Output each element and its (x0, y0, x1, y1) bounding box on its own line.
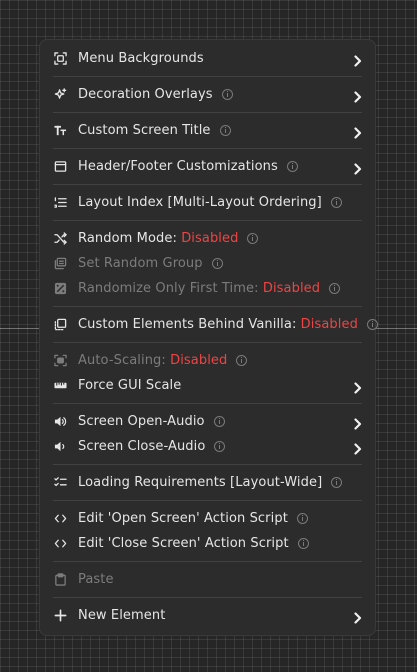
info-icon[interactable] (330, 197, 342, 208)
menu-item-auto-scaling: Auto-Scaling: Disabled (40, 348, 375, 373)
menu-item-label: Screen Open-Audio (78, 414, 205, 429)
menu-item-label: Header/Footer Customizations (78, 159, 278, 174)
menu-item-paste: Paste (40, 567, 375, 592)
menu-item-label: Screen Close-Audio (78, 439, 206, 454)
info-icon[interactable] (221, 89, 233, 100)
context-menu: Menu Backgrounds Decoration Overlays Custo… (39, 39, 378, 636)
info-icon[interactable] (286, 161, 298, 172)
text-icon (53, 124, 67, 138)
menu-separator (53, 112, 362, 113)
menu-item-random-mode[interactable]: Random Mode: Disabled (40, 226, 375, 251)
menu-item-label: Edit 'Close Screen' Action Script (78, 536, 289, 551)
info-icon[interactable] (331, 477, 343, 488)
info-icon[interactable] (296, 513, 308, 524)
menu-separator (53, 76, 362, 77)
menu-item-custom-elements-behind-vanilla[interactable]: Custom Elements Behind Vanilla: Disabled (40, 312, 378, 337)
speaker-icon (53, 415, 67, 429)
menu-item-layout-index[interactable]: Layout Index [Multi-Layout Ordering] (40, 190, 375, 215)
code-icon (53, 512, 67, 526)
menu-separator (53, 597, 362, 598)
menu-item-screen-open-audio[interactable]: Screen Open-Audio (40, 409, 375, 434)
menu-separator (53, 184, 362, 185)
menu-item-label: Auto-Scaling: (78, 353, 171, 368)
clipboard-icon (53, 573, 67, 587)
info-icon[interactable] (329, 283, 341, 294)
status-value: Disabled (262, 281, 321, 296)
menu-item-randomize-only-first-time: Randomize Only First Time: Disabled (40, 276, 375, 301)
status-value: Disabled (181, 231, 239, 246)
sparkle-icon (53, 88, 67, 102)
menu-separator (53, 148, 362, 149)
menu-separator (53, 342, 362, 343)
menu-item-label: Layout Index [Multi-Layout Ordering] (78, 195, 322, 210)
menu-item-new-element[interactable]: New Element (40, 603, 375, 628)
menu-backgrounds-icon (53, 52, 67, 66)
chevron-right-icon (354, 609, 362, 628)
ordered-list-icon (53, 196, 67, 210)
menu-separator (53, 306, 362, 307)
menu-item-label: Force GUI Scale (78, 378, 182, 393)
info-icon[interactable] (214, 441, 226, 452)
info-icon[interactable] (213, 416, 225, 427)
chevron-right-icon (354, 52, 362, 71)
info-icon[interactable] (247, 233, 259, 244)
plus-icon (53, 609, 67, 623)
menu-item-label: Randomize Only First Time: (78, 281, 263, 296)
menu-item-label: Decoration Overlays (78, 87, 213, 102)
info-icon[interactable] (366, 319, 378, 330)
chevron-right-icon (354, 124, 362, 143)
menu-item-label: Loading Requirements [Layout-Wide] (78, 475, 323, 490)
status-value: Disabled (170, 353, 228, 368)
menu-item-edit-open-screen-script[interactable]: Edit 'Open Screen' Action Script (40, 506, 375, 531)
menu-item-header-footer-customizations[interactable]: Header/Footer Customizations (40, 154, 375, 179)
menu-separator (53, 500, 362, 501)
shuffle-icon (53, 232, 67, 246)
chevron-right-icon (354, 160, 362, 179)
menu-item-set-random-group: Set Random Group (40, 251, 375, 276)
group-icon (53, 257, 67, 271)
menu-item-label: Set Random Group (78, 256, 203, 271)
menu-item-label: Custom Screen Title (78, 123, 211, 138)
status-value: Disabled (300, 317, 358, 332)
menu-item-force-gui-scale[interactable]: Force GUI Scale (40, 373, 375, 398)
speaker-close-icon (53, 440, 67, 454)
info-icon[interactable] (211, 258, 223, 269)
menu-item-label: Menu Backgrounds (78, 51, 204, 66)
chevron-right-icon (354, 379, 362, 398)
info-icon[interactable] (219, 125, 231, 136)
menu-item-screen-close-audio[interactable]: Screen Close-Audio (40, 434, 375, 459)
layers-icon (53, 318, 67, 332)
menu-item-label: Paste (78, 572, 114, 587)
menu-item-custom-screen-title[interactable]: Custom Screen Title (40, 118, 375, 143)
menu-separator (53, 464, 362, 465)
menu-item-decoration-overlays[interactable]: Decoration Overlays (40, 82, 375, 107)
menu-separator (53, 403, 362, 404)
ruler-icon (53, 379, 67, 393)
chevron-right-icon (354, 415, 362, 434)
menu-item-label: Random Mode: (78, 231, 182, 246)
menu-item-menu-backgrounds[interactable]: Menu Backgrounds (40, 46, 375, 71)
checklist-icon (53, 476, 67, 490)
chevron-right-icon (354, 88, 362, 107)
menu-separator (53, 220, 362, 221)
menu-item-loading-requirements[interactable]: Loading Requirements [Layout-Wide] (40, 470, 375, 495)
auto-scale-icon (53, 354, 67, 368)
info-icon[interactable] (297, 538, 309, 549)
menu-separator (53, 561, 362, 562)
menu-item-label: Custom Elements Behind Vanilla: (78, 317, 301, 332)
dice-icon (53, 282, 67, 296)
menu-item-edit-close-screen-script[interactable]: Edit 'Close Screen' Action Script (40, 531, 375, 556)
info-icon[interactable] (236, 355, 248, 366)
chevron-right-icon (354, 440, 362, 459)
menu-item-label: Edit 'Open Screen' Action Script (78, 511, 288, 526)
code-icon (53, 537, 67, 551)
header-footer-icon (53, 160, 67, 174)
menu-item-label: New Element (78, 608, 166, 623)
